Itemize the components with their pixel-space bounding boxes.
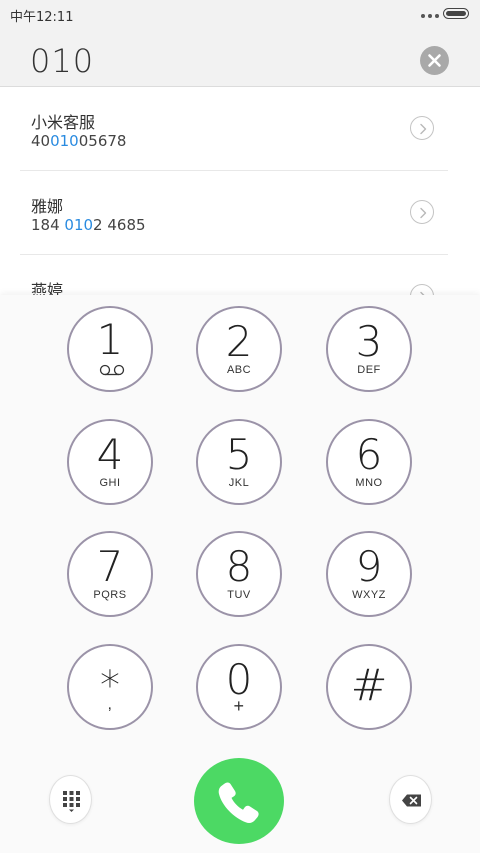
key-0[interactable]: 0 + bbox=[196, 644, 282, 730]
keypad-icon bbox=[63, 791, 80, 812]
key-star[interactable]: * , bbox=[67, 644, 153, 730]
key-letters: DEF bbox=[357, 364, 381, 376]
number-part: 05678 bbox=[78, 132, 127, 150]
key-digit: 2 bbox=[225, 317, 253, 366]
key-digit: 6 bbox=[355, 430, 383, 479]
key-letters: , bbox=[107, 696, 113, 713]
contact-detail-button[interactable] bbox=[410, 284, 434, 295]
contact-number: 184 0102 4685 bbox=[31, 216, 146, 234]
dial-header: 010 bbox=[0, 28, 480, 87]
dialed-number: 010 bbox=[30, 42, 95, 80]
call-button[interactable] bbox=[194, 758, 284, 844]
battery-icon bbox=[443, 8, 469, 19]
key-2[interactable]: 2 ABC bbox=[196, 306, 282, 392]
phone-icon bbox=[218, 782, 259, 823]
key-letters: MNO bbox=[355, 477, 383, 489]
contact-row[interactable]: 小米客服 4001005678 bbox=[20, 87, 448, 171]
voicemail-icon bbox=[99, 364, 125, 376]
number-part: 184 bbox=[31, 216, 65, 234]
backspace-icon bbox=[402, 794, 421, 807]
contact-list: 小米客服 4001005678 雅娜 184 0102 4685 燕婷 bbox=[0, 87, 480, 295]
key-letters: + bbox=[233, 696, 245, 716]
key-digit: 3 bbox=[355, 317, 383, 366]
contact-name: 小米客服 bbox=[31, 113, 96, 132]
contact-name: 燕婷 bbox=[31, 281, 64, 295]
key-letters: WXYZ bbox=[352, 589, 386, 601]
key-letters: GHI bbox=[99, 477, 121, 489]
key-digit: 5 bbox=[225, 430, 253, 479]
chevron-right-icon bbox=[420, 291, 425, 295]
contact-number: 4001005678 bbox=[31, 132, 126, 150]
contact-detail-button[interactable] bbox=[410, 200, 434, 224]
contact-detail-button[interactable] bbox=[410, 116, 434, 140]
status-bar: 中午12:11 bbox=[0, 0, 480, 28]
key-7[interactable]: 7 PQRS bbox=[67, 531, 153, 617]
key-digit: 8 bbox=[225, 542, 253, 591]
contact-row[interactable]: 燕婷 bbox=[20, 255, 448, 295]
signal-dots-icon bbox=[421, 14, 441, 19]
contact-row[interactable]: 雅娜 184 0102 4685 bbox=[20, 171, 448, 255]
key-5[interactable]: 5 JKL bbox=[196, 419, 282, 505]
backspace-button[interactable] bbox=[389, 775, 432, 824]
key-digit: # bbox=[350, 660, 388, 711]
clear-icon bbox=[428, 54, 441, 67]
chevron-right-icon bbox=[420, 207, 427, 219]
number-part: 40 bbox=[31, 132, 51, 150]
number-match: 010 bbox=[50, 132, 79, 150]
key-1[interactable]: 1 bbox=[67, 306, 153, 392]
clear-button[interactable] bbox=[420, 46, 449, 75]
key-digit: 1 bbox=[96, 315, 124, 364]
key-8[interactable]: 8 TUV bbox=[196, 531, 282, 617]
key-4[interactable]: 4 GHI bbox=[67, 419, 153, 505]
key-3[interactable]: 3 DEF bbox=[326, 306, 412, 392]
key-6[interactable]: 6 MNO bbox=[326, 419, 412, 505]
key-letters: JKL bbox=[228, 477, 250, 489]
key-digit: 4 bbox=[96, 430, 124, 479]
keypad: 1 2 ABC 3 DEF 4 GHI 5 JKL 6 MNO 7 PQRS 8… bbox=[0, 295, 480, 853]
key-hash[interactable]: # bbox=[326, 644, 412, 730]
key-letters: PQRS bbox=[93, 589, 127, 601]
key-9[interactable]: 9 WXYZ bbox=[326, 531, 412, 617]
number-match: 010 bbox=[64, 216, 94, 234]
status-time: 中午12:11 bbox=[10, 10, 74, 25]
number-part: 2 4685 bbox=[93, 216, 146, 234]
keypad-toggle-button[interactable] bbox=[49, 775, 92, 824]
chevron-right-icon bbox=[420, 123, 427, 135]
key-letters: ABC bbox=[226, 364, 252, 376]
key-letters: TUV bbox=[227, 589, 251, 601]
key-digit: 7 bbox=[96, 542, 124, 591]
key-digit: 9 bbox=[355, 542, 383, 591]
contact-name: 雅娜 bbox=[31, 197, 64, 216]
